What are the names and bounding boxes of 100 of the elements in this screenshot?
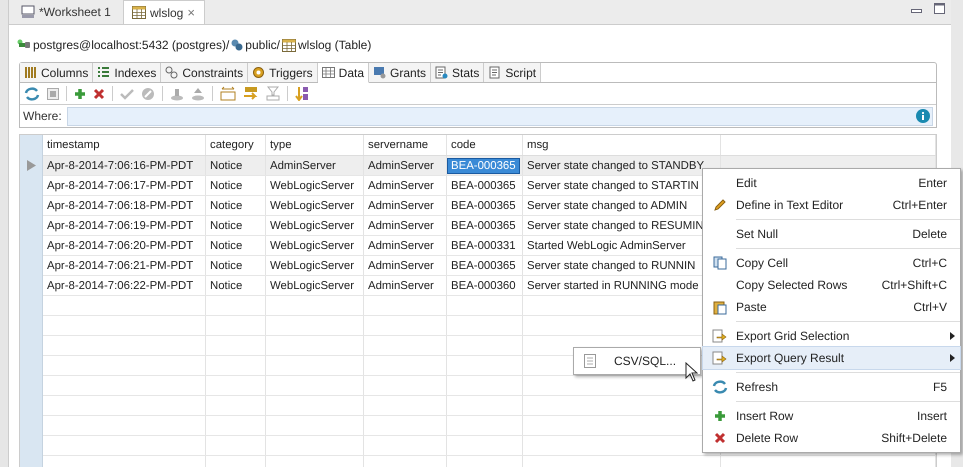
close-icon[interactable]: ×	[187, 5, 195, 20]
database-icon[interactable]	[170, 86, 184, 100]
table-cell-text: BEA-000365	[450, 178, 517, 192]
table-cell-text: Notice	[209, 258, 244, 272]
gear-icon	[252, 66, 266, 79]
table-cell-text: Apr-8-2014-7:06:16-PM-PDT	[46, 158, 194, 172]
table-cell-text: Apr-8-2014-7:06:18-PM-PDT	[46, 198, 194, 212]
sort-icon[interactable]	[243, 86, 259, 101]
sql-file-icon	[21, 5, 35, 19]
table-cell-text: AdminServer	[367, 278, 435, 292]
grid-icon	[322, 66, 335, 79]
tab[interactable]: Grants	[369, 63, 432, 82]
table-cell-text: Apr-8-2014-7:06:21-PM-PDT	[46, 258, 194, 272]
table-cell-text: Server state changed to RESUMIN	[526, 218, 705, 232]
table-cell-text: WebLogicServer	[269, 278, 355, 292]
table-cell-text: Server state changed to ADMIN	[526, 198, 688, 212]
table-cell-text: Started WebLogic AdminServer	[526, 238, 687, 252]
table-cell-text: WebLogicServer	[269, 238, 355, 252]
where-field[interactable]	[66, 106, 933, 126]
menu-item[interactable]: Paste Ctrl+V	[703, 296, 960, 318]
column-width-icon[interactable]	[220, 86, 236, 101]
minimize-icon[interactable]	[911, 9, 922, 14]
table-cell-text: AdminServer	[367, 218, 435, 232]
column-header[interactable]: msg	[523, 135, 721, 155]
menu-item[interactable]: Insert Row Insert	[703, 405, 960, 427]
export-icon	[712, 329, 727, 343]
table-cell: BEA-000365	[448, 158, 519, 172]
table-cell-text: WebLogicServer	[269, 178, 355, 192]
table-cell-text: Server state changed to STANDBY	[526, 158, 706, 172]
where-label: Where:	[23, 109, 62, 123]
column-header[interactable]: code	[447, 135, 523, 155]
table-cell-text: BEA-000365	[450, 198, 517, 212]
breadcrumb-item[interactable]: wlslog (Table)	[298, 38, 372, 52]
paste-icon	[712, 300, 726, 314]
refresh-icon[interactable]	[24, 86, 40, 100]
column-header[interactable]: category	[206, 135, 266, 155]
connection-icon	[17, 39, 31, 51]
breadcrumb-item[interactable]: postgres@localhost:5432 (postgres)/	[33, 38, 230, 52]
columns-icon	[24, 66, 37, 79]
pencil-icon	[712, 198, 726, 212]
add-icon	[714, 410, 726, 422]
table-icon	[132, 6, 146, 19]
table-cell-text: Apr-8-2014-7:06:20-PM-PDT	[46, 238, 194, 252]
table-cell-text: BEA-000360	[450, 278, 517, 292]
table-cell-text: BEA-000331	[450, 238, 517, 252]
table-cell-text: Notice	[209, 238, 244, 252]
refresh-icon	[712, 380, 728, 394]
menu-item[interactable]: CSV/SQL...	[576, 350, 698, 372]
tab[interactable]: Columns	[20, 63, 94, 82]
check-icon[interactable]	[120, 88, 134, 100]
tab[interactable]: Stats	[431, 63, 484, 82]
table-cell-text: AdminServer	[367, 158, 435, 172]
menu-item[interactable]: Export Grid Selection	[703, 325, 960, 347]
column-header[interactable]: servername	[364, 135, 447, 155]
table-cell-text: Notice	[209, 218, 244, 232]
table-row[interactable]: Apr-8-2014-7:06:16-PM-PDT Notice AdminServer AdminServer BEA-000365 Server state changed to STANDBY	[43, 156, 936, 176]
document-icon	[488, 66, 502, 79]
table-cell-text: Server state changed to STARTIN	[526, 178, 700, 192]
tab[interactable]: Data	[318, 63, 370, 83]
menu-item[interactable]: Delete Row Shift+Delete	[703, 427, 960, 449]
database-icon[interactable]	[191, 86, 205, 100]
sort-order-icon[interactable]	[295, 86, 309, 101]
table-cell-text: Server started in RUNNING mode	[526, 278, 700, 292]
table-cell-text: WebLogicServer	[269, 218, 355, 232]
filter-icon[interactable]	[266, 86, 280, 101]
editor-tab[interactable]: wlslog ×	[123, 0, 205, 24]
table-cell-text: BEA-000365	[450, 218, 517, 232]
cancel-icon[interactable]	[141, 86, 155, 100]
menu-item[interactable]: Export Query Result	[703, 347, 960, 369]
table-icon	[282, 38, 296, 52]
table-cell-text: AdminServer	[269, 158, 337, 172]
table-cell-text: Apr-8-2014-7:06:22-PM-PDT	[46, 278, 194, 292]
column-header[interactable]: type	[266, 135, 364, 155]
table-cell-text: AdminServer	[367, 198, 435, 212]
delete-icon[interactable]	[93, 88, 105, 100]
menu-item[interactable]: Refresh F5	[703, 376, 960, 398]
delete-icon	[714, 432, 726, 444]
tab[interactable]: Indexes	[93, 63, 162, 82]
editor-tab[interactable]: *Worksheet 1	[13, 0, 123, 24]
tab[interactable]: Triggers	[248, 63, 318, 82]
list-icon	[97, 66, 110, 79]
maximize-icon[interactable]	[934, 3, 945, 14]
copy-icon	[712, 256, 726, 270]
stop-icon[interactable]	[47, 88, 59, 100]
document-icon	[435, 66, 448, 79]
table-cell-text: AdminServer	[367, 258, 435, 272]
info-icon[interactable]	[916, 109, 930, 123]
add-icon[interactable]	[74, 88, 86, 100]
table-cell-text: Notice	[209, 198, 244, 212]
table-cell-text: Notice	[209, 178, 244, 192]
schema-icon	[231, 39, 244, 51]
export-icon	[712, 351, 727, 365]
table-cell-text: AdminServer	[367, 178, 435, 192]
tab[interactable]: Constraints	[161, 63, 248, 82]
table-cell-text: WebLogicServer	[269, 258, 355, 272]
table-cell-text: Notice	[209, 158, 244, 172]
table-cell-text: BEA-000365	[450, 258, 517, 272]
column-header[interactable]: timestamp	[43, 135, 206, 155]
tab[interactable]: Script	[484, 63, 542, 82]
breadcrumb-item[interactable]: public/	[245, 38, 280, 52]
